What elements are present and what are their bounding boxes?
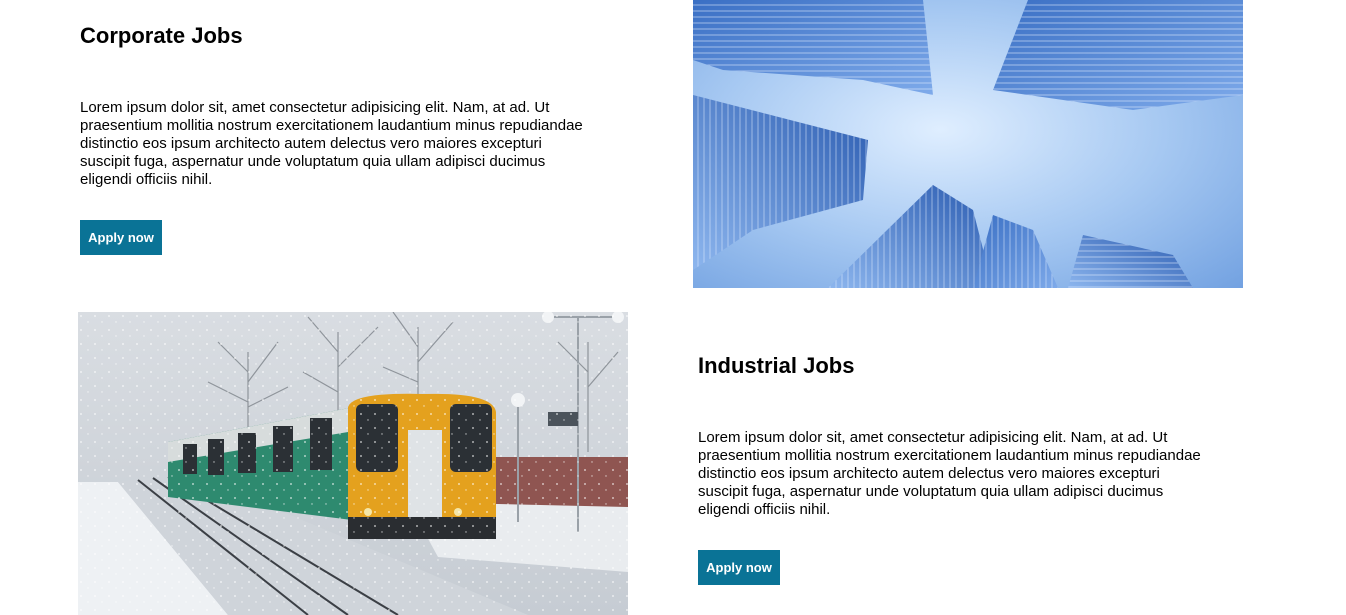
train-photo [78,312,628,615]
industrial-jobs-title: Industrial Jobs [698,353,855,378]
page: Corporate Jobs Lorem ipsum dolor sit, am… [0,0,1346,615]
skyscrapers-photo [693,0,1243,288]
industrial-apply-button[interactable]: Apply now [698,550,780,585]
corporate-jobs-title: Corporate Jobs [80,23,243,48]
industrial-jobs-section: Industrial Jobs Lorem ipsum dolor sit, a… [698,353,1218,585]
corporate-apply-button[interactable]: Apply now [80,220,162,255]
corporate-jobs-section: Corporate Jobs Lorem ipsum dolor sit, am… [80,23,600,255]
industrial-jobs-description: Lorem ipsum dolor sit, amet consectetur … [698,429,1201,518]
corporate-jobs-description: Lorem ipsum dolor sit, amet consectetur … [80,99,583,188]
